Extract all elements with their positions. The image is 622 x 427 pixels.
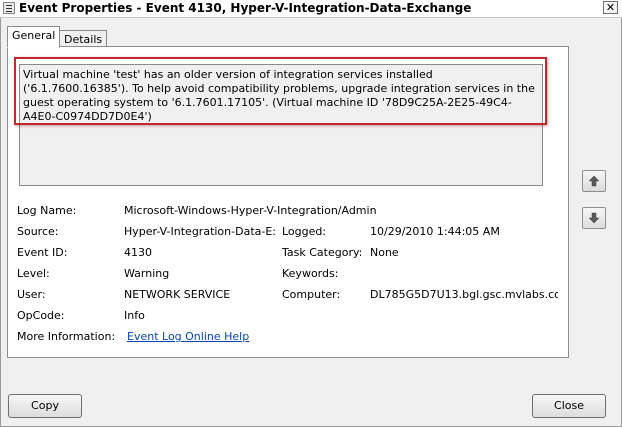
event-log-online-help-link[interactable]: Event Log Online Help — [127, 330, 249, 344]
log-name-value: Microsoft-Windows-Hyper-V-Integration/Ad… — [124, 204, 377, 217]
source-value: Hyper-V-Integration-Data-E: — [124, 225, 276, 238]
arrow-down-icon — [588, 212, 600, 224]
close-window-button[interactable]: ✕ — [603, 1, 618, 14]
source-label: Source: — [17, 225, 59, 238]
highlight-annotation — [14, 57, 547, 125]
tab-general[interactable]: General — [7, 26, 61, 48]
arrow-up-icon — [588, 175, 600, 187]
log-name-label: Log Name: — [17, 204, 77, 217]
level-label: Level: — [17, 267, 50, 280]
previous-event-button[interactable] — [582, 170, 606, 192]
event-viewer-icon — [3, 2, 15, 14]
title-bar: Event Properties - Event 4130, Hyper-V-I… — [0, 0, 622, 18]
user-value: NETWORK SERVICE — [124, 288, 231, 301]
level-value: Warning — [124, 267, 170, 280]
user-label: User: — [17, 288, 46, 301]
logged-label: Logged: — [282, 225, 327, 238]
opcode-label: OpCode: — [17, 309, 65, 322]
copy-button[interactable]: Copy — [8, 394, 82, 418]
task-category-value: None — [370, 246, 399, 259]
computer-value: DL785G5D7U13.bgl.gsc.mvlabs.co — [370, 288, 558, 301]
window-title: Event Properties - Event 4130, Hyper-V-I… — [19, 1, 472, 15]
event-id-label: Event ID: — [17, 246, 68, 259]
next-event-button[interactable] — [582, 207, 606, 229]
task-category-label: Task Category: — [282, 246, 363, 259]
close-button[interactable]: Close — [532, 394, 606, 418]
computer-label: Computer: — [282, 288, 341, 301]
logged-value: 10/29/2010 1:44:05 AM — [370, 225, 500, 238]
more-information-label: More Information: — [17, 330, 116, 343]
opcode-value: Info — [124, 309, 145, 322]
event-id-value: 4130 — [124, 246, 152, 259]
keywords-label: Keywords: — [282, 267, 339, 280]
